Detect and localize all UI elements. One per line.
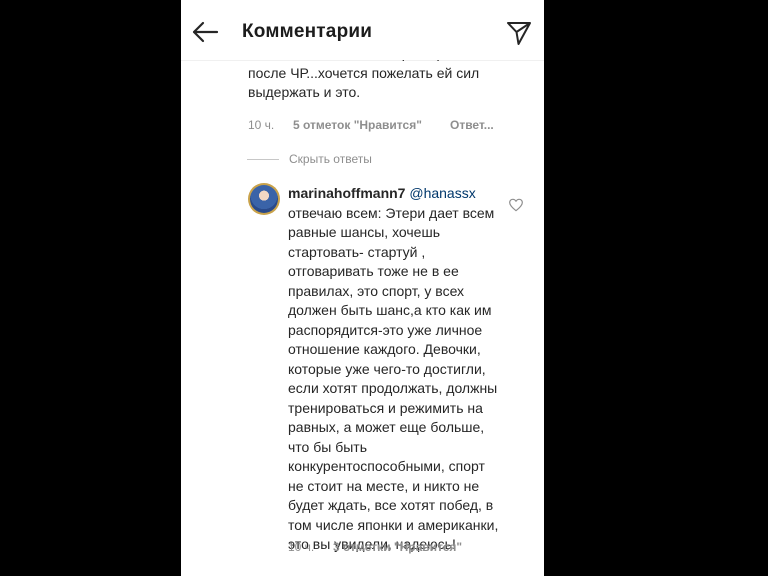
- reply-comment-body: marinahoffmann7 @hanassx отвечаю всем: Э…: [288, 184, 503, 555]
- avatar[interactable]: [248, 183, 280, 215]
- reply-mention[interactable]: @hanassx: [409, 185, 475, 201]
- previous-comment-likes[interactable]: 5 отметок "Нравится": [293, 118, 422, 132]
- top-bar: Комментарии: [181, 0, 544, 60]
- page-title: Комментарии: [242, 21, 373, 42]
- reply-username[interactable]: marinahoffmann7: [288, 185, 405, 201]
- thread-line: [247, 159, 279, 160]
- comments-list[interactable]: мне. И это всего лишь гран при. А после …: [181, 0, 544, 576]
- reply-comment-likes[interactable]: 3 отметки "Нравится": [333, 540, 462, 554]
- reply-comment-time: 10 ч.: [288, 540, 315, 554]
- like-heart-icon[interactable]: [508, 197, 524, 213]
- send-icon[interactable]: [506, 20, 532, 46]
- previous-comment-time: 10 ч.: [248, 118, 275, 132]
- previous-comment-reply-button[interactable]: Ответ...: [450, 118, 494, 132]
- reply-comment-text: отвечаю всем: Этери дает всем равные шан…: [288, 204, 499, 553]
- hide-replies-label: Скрыть ответы: [289, 152, 372, 166]
- avatar-photo: [250, 185, 278, 213]
- phone-screen: мне. И это всего лишь гран при. А после …: [181, 0, 544, 576]
- back-arrow-icon[interactable]: [191, 20, 219, 44]
